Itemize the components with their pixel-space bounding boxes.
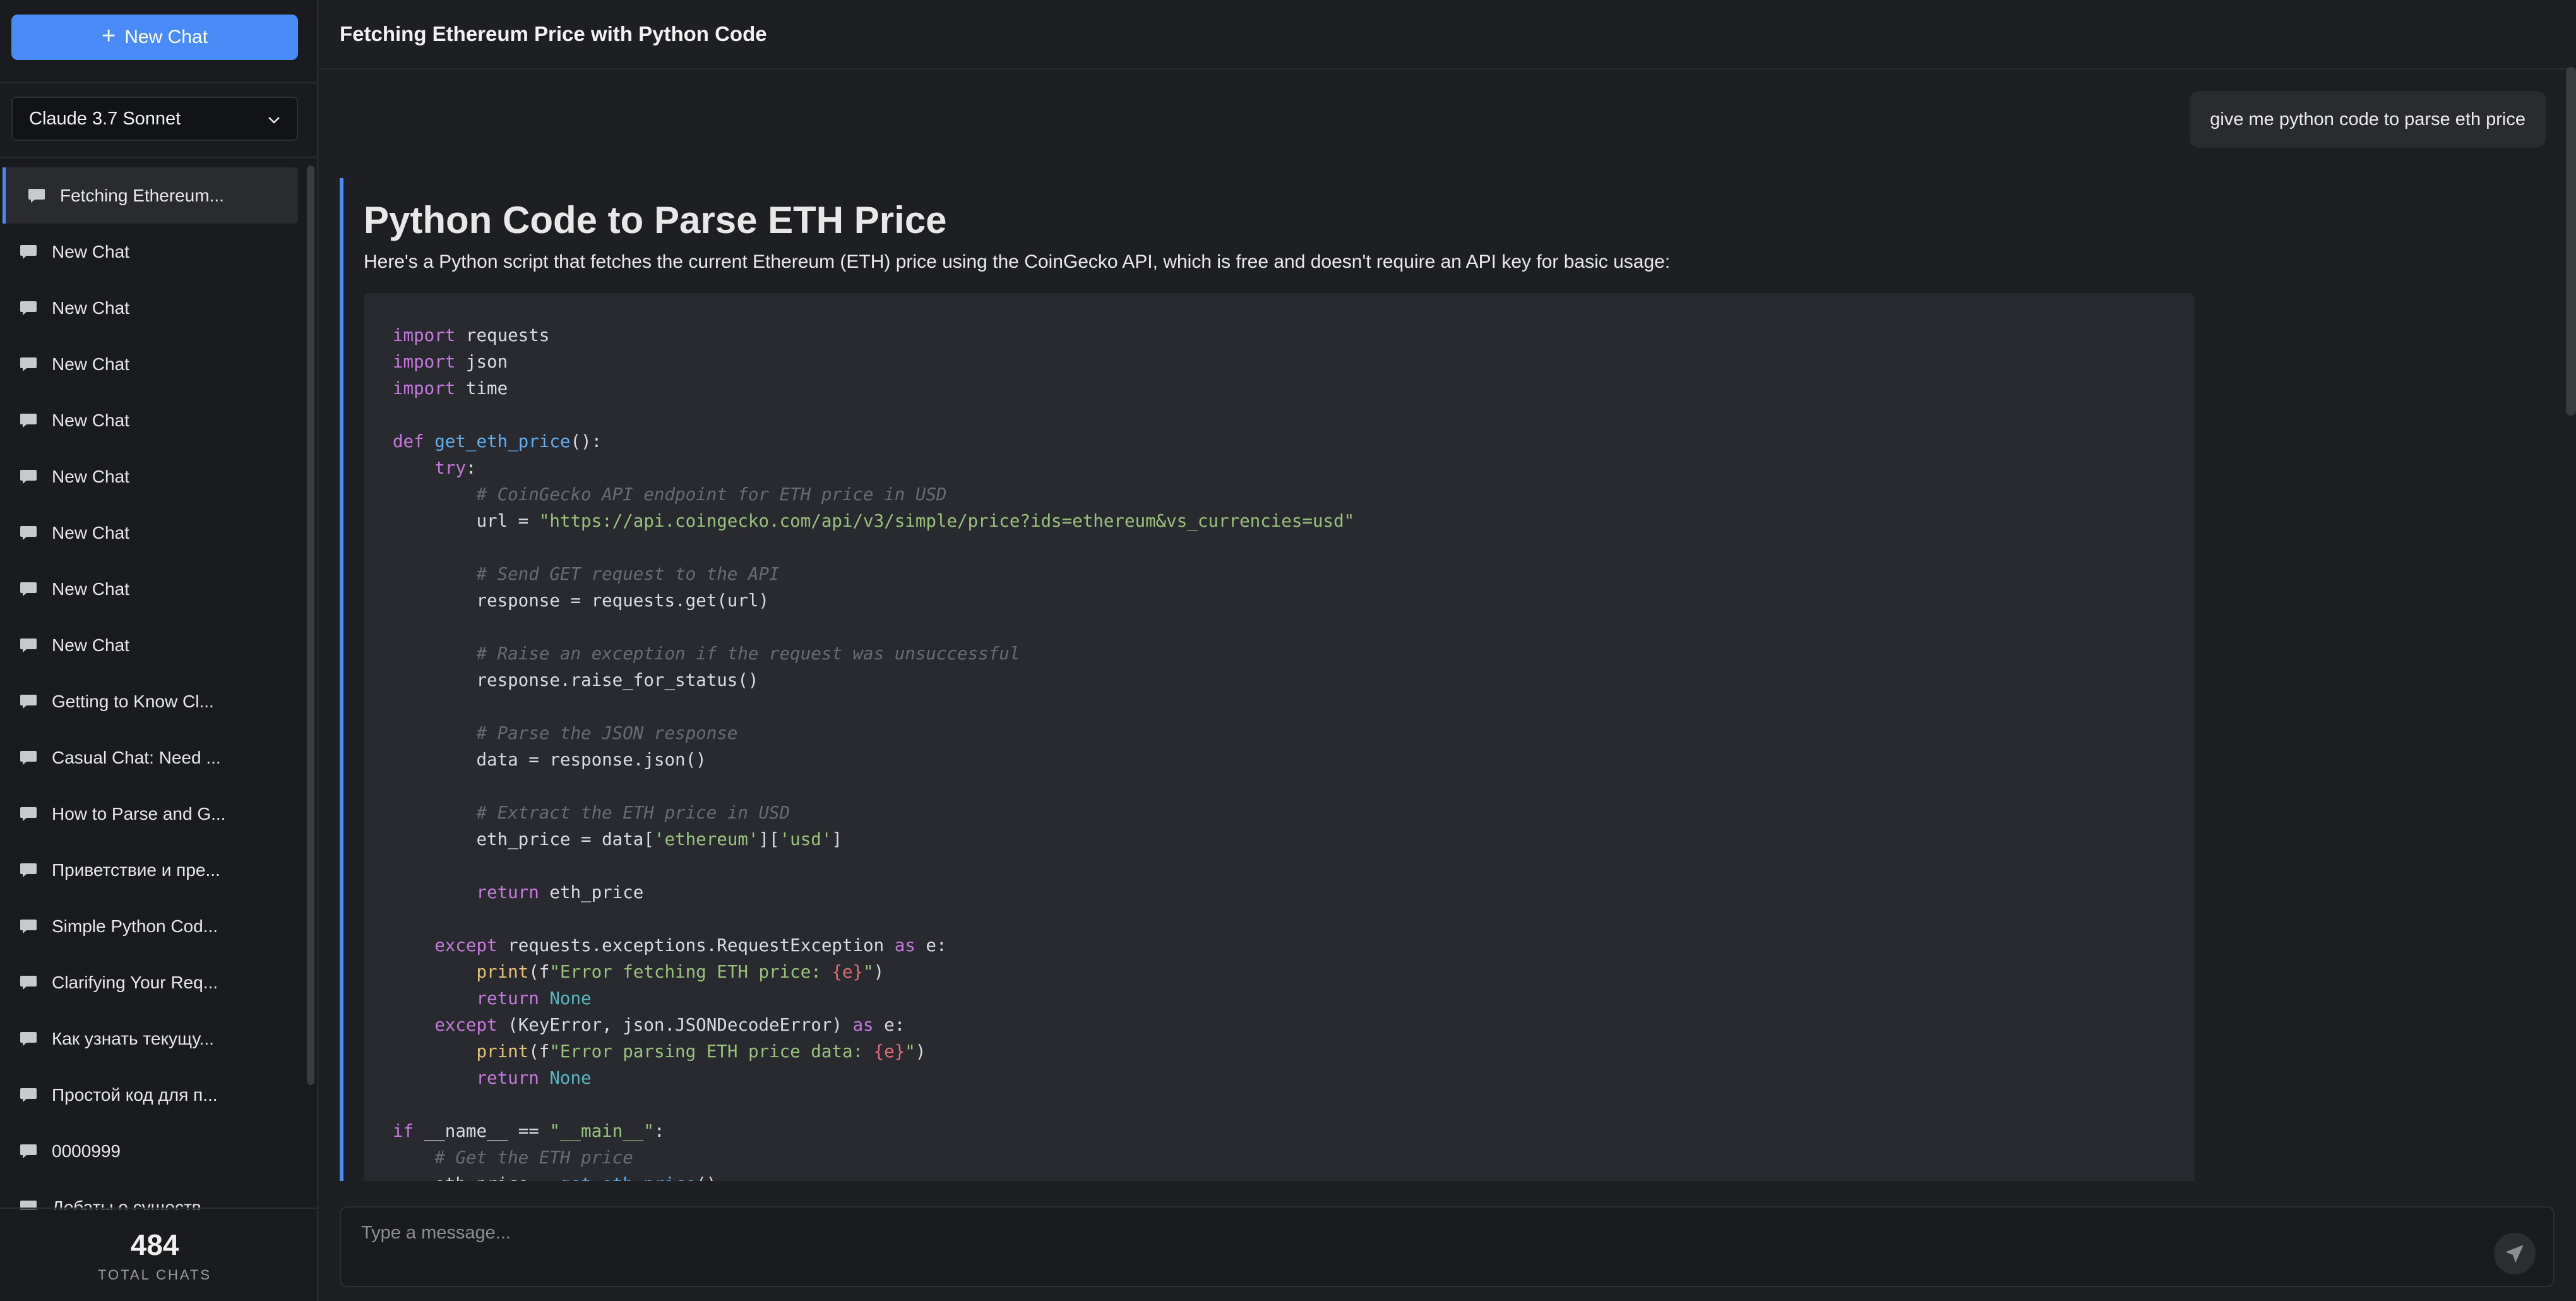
chat-list-item[interactable]: New Chat [0, 505, 303, 561]
chat-bubble-icon [19, 1030, 38, 1048]
chat-list-item-label: Fetching Ethereum... [60, 185, 224, 205]
chat-list-item-label: How to Parse and G... [52, 803, 226, 824]
chat-bubble-icon [19, 1142, 38, 1160]
chat-bubble-icon [19, 524, 38, 542]
chat-list-item-label: 0000999 [52, 1141, 121, 1161]
chat-list-item-label: Getting to Know Cl... [52, 691, 214, 711]
chat-list-item[interactable]: Fetching Ethereum... [3, 167, 298, 224]
assistant-intro: Here's a Python script that fetches the … [364, 251, 1671, 272]
new-chat-button[interactable]: + New Chat [11, 15, 298, 60]
chat-list-item-label: Casual Chat: Need ... [52, 747, 221, 767]
chat-bubble-icon [27, 187, 46, 205]
chat-list-item-label: New Chat [52, 241, 129, 261]
code-block: import requests import json import time … [364, 293, 2195, 1181]
chat-bubble-icon [19, 918, 38, 935]
chat-bubble-icon [19, 861, 38, 879]
send-button[interactable] [2494, 1233, 2536, 1274]
send-icon [2505, 1244, 2524, 1263]
total-chats-count: 484 [130, 1228, 179, 1261]
chat-list-item[interactable]: New Chat [0, 336, 303, 392]
chat-list-item-label: New Chat [52, 410, 129, 430]
chat-list-item-label: New Chat [52, 522, 129, 543]
plus-icon: + [102, 23, 116, 49]
chat-bubble-icon [19, 412, 38, 429]
divider [0, 157, 317, 158]
app: + New Chat Claude 3.7 Sonnet Fetching Et… [0, 0, 2576, 1301]
chat-list-item-label: New Chat [52, 579, 129, 599]
chat-bubble-icon [19, 974, 38, 992]
chevron-down-icon [268, 109, 280, 129]
chat-list-item-label: New Chat [52, 635, 129, 655]
chat-list-item[interactable]: New Chat [0, 617, 303, 673]
chat-list: Fetching Ethereum... New Chat New Chat New … [0, 167, 303, 1209]
chat-list-item[interactable]: New Chat [0, 392, 303, 448]
page-title: Fetching Ethereum Price with Python Code [318, 0, 2576, 69]
composer [340, 1206, 2576, 1287]
chat-list-item[interactable]: Getting to Know Cl... [0, 673, 303, 729]
chat-bubble-icon [19, 580, 38, 598]
chat-list-item-label: Простой код для п... [52, 1084, 218, 1105]
chat-list-item-label: New Chat [52, 354, 129, 374]
chat-bubble-icon [19, 1086, 38, 1104]
code-content: import requests import json import time … [393, 325, 1355, 1181]
chat-list-item[interactable]: Casual Chat: Need ... [0, 729, 303, 786]
chat-list-item-label: New Chat [52, 297, 129, 318]
total-chats-label: TOTAL CHATS [97, 1267, 212, 1283]
chat-list-item[interactable]: Simple Python Cod... [0, 898, 303, 954]
chat-bubble-icon [19, 637, 38, 654]
model-select-value: Claude 3.7 Sonnet [29, 108, 181, 129]
total-chats: 484 TOTAL CHATS [0, 1228, 309, 1283]
main-panel: Fetching Ethereum Price with Python Code… [318, 0, 2576, 1301]
chat-list-item[interactable]: 0000999 [0, 1123, 303, 1179]
chat-list-item-label: Simple Python Cod... [52, 916, 218, 936]
chat-bubble-icon [19, 805, 38, 823]
message-input[interactable] [341, 1208, 2576, 1258]
chat-bubble-icon [19, 749, 38, 767]
main-scrollbar[interactable] [2566, 67, 2576, 416]
sidebar-scrollbar[interactable] [307, 165, 314, 1085]
chat-list-item-label: Как узнать текущу... [52, 1028, 214, 1048]
chat-list-item[interactable]: Clarifying Your Req... [0, 954, 303, 1010]
chat-list-item[interactable]: Дебаты о существ... [0, 1179, 303, 1209]
sidebar: + New Chat Claude 3.7 Sonnet Fetching Et… [0, 0, 318, 1301]
chat-bubble-icon [19, 468, 38, 486]
assistant-message: Python Code to Parse ETH Price Here's a … [340, 178, 2528, 1181]
chat-list-item-label: New Chat [52, 466, 129, 486]
model-select[interactable]: Claude 3.7 Sonnet [11, 97, 298, 141]
user-message: give me python code to parse eth price [2190, 91, 2546, 148]
chat-bubble-icon [19, 356, 38, 373]
chat-list-item[interactable]: Как узнать текущу... [0, 1010, 303, 1067]
chat-list-item[interactable]: New Chat [0, 448, 303, 505]
chat-list-item[interactable]: How to Parse and G... [0, 786, 303, 842]
divider [0, 1208, 317, 1209]
chat-list-item[interactable]: Приветствие и пре... [0, 842, 303, 898]
chat-bubble-icon [19, 243, 38, 261]
new-chat-label: New Chat [124, 27, 208, 47]
chat-bubble-icon [19, 299, 38, 317]
chat-list-item[interactable]: New Chat [0, 561, 303, 617]
chat-list-item[interactable]: New Chat [0, 224, 303, 280]
chat-list-item-label: Clarifying Your Req... [52, 972, 218, 992]
chat-bubble-icon [19, 693, 38, 710]
chat-list-item[interactable]: New Chat [0, 280, 303, 336]
chat-list-item-label: Приветствие и пре... [52, 860, 220, 880]
divider [0, 82, 317, 83]
chat-list-item[interactable]: Простой код для п... [0, 1067, 303, 1123]
assistant-heading: Python Code to Parse ETH Price [364, 199, 947, 241]
